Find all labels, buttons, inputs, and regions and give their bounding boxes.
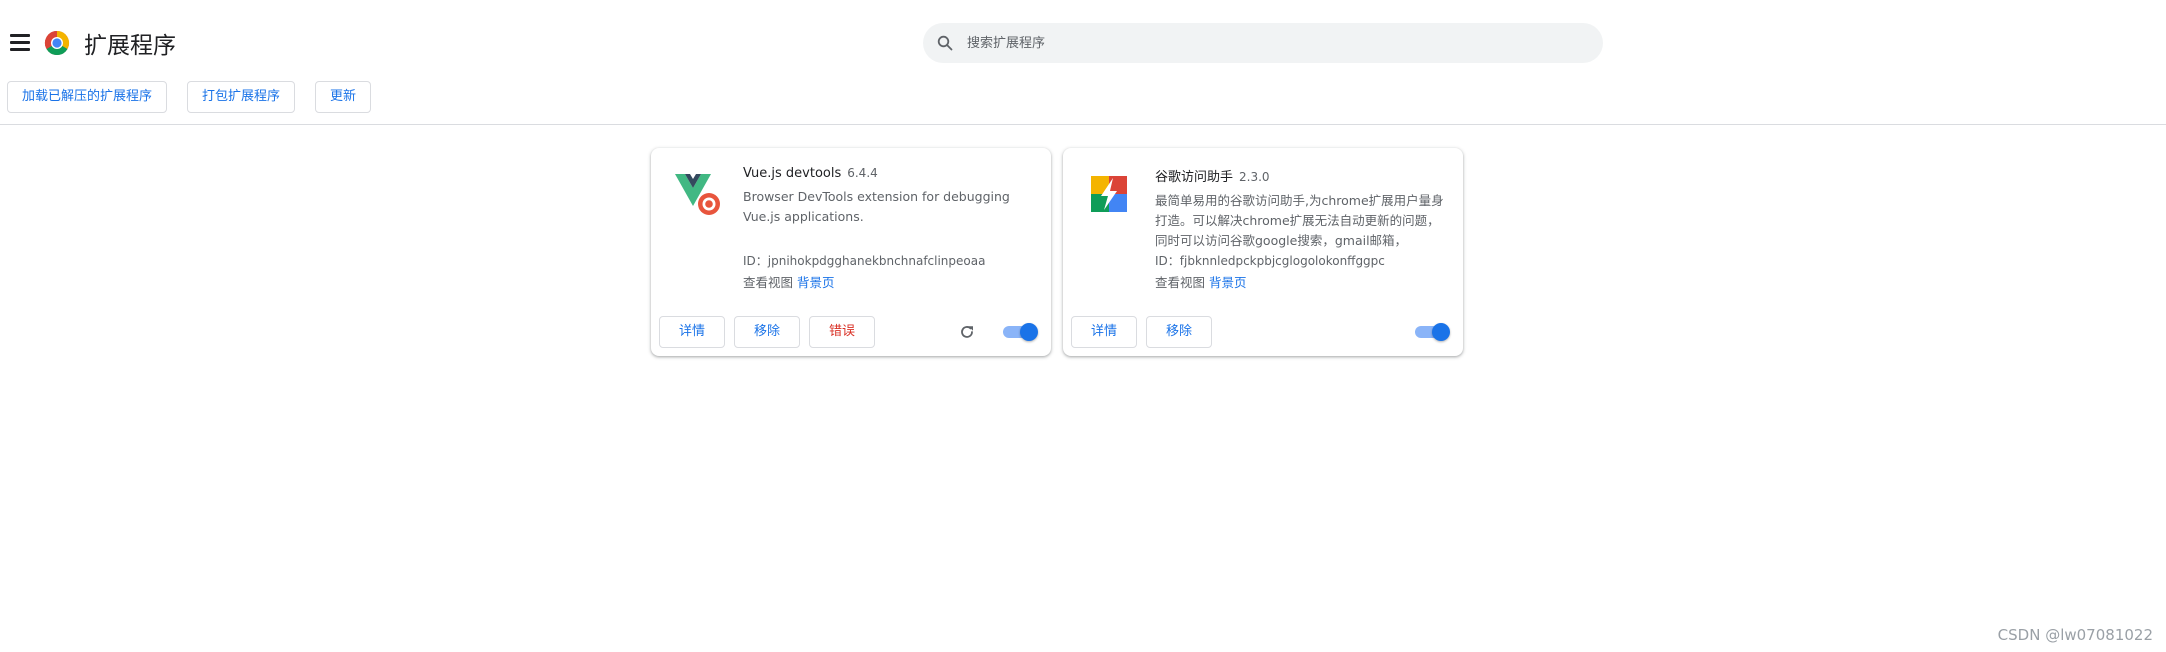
errors-button[interactable]: 错误 [809, 316, 875, 348]
enable-toggle[interactable] [1415, 323, 1450, 341]
header: 扩展程序 [0, 16, 2166, 72]
reload-icon[interactable] [959, 324, 975, 340]
extension-version: 2.3.0 [1239, 170, 1270, 184]
menu-icon[interactable] [10, 34, 30, 51]
extensions-page: 扩展程序 加载已解压的扩展程序 打包扩展程序 更新 Vue.js devtool… [0, 0, 2166, 652]
extension-info: Vue.js devtools 6.4.4 Browser DevTools ex… [743, 166, 1039, 247]
background-page-link[interactable]: 背景页 [797, 275, 835, 290]
details-button[interactable]: 详情 [1071, 316, 1137, 348]
toolbar-divider [0, 124, 2166, 125]
enable-toggle[interactable] [1003, 323, 1038, 341]
extension-description: 最简单易用的谷歌访问助手,为chrome扩展用户量身打造。可以解决chrome扩… [1155, 193, 1444, 248]
inspect-views-label: 查看视图 [743, 275, 794, 290]
card-actions: 详情 移除 [1071, 316, 1455, 348]
background-page-link[interactable]: 背景页 [1209, 275, 1247, 290]
page-title: 扩展程序 [84, 33, 176, 59]
load-unpacked-button[interactable]: 加载已解压的扩展程序 [7, 81, 168, 113]
inspect-views: 查看视图 背景页 [1155, 272, 1247, 291]
extension-id: ID：fjbknnledpckpbjcglogolokonffggpc [1155, 254, 1385, 268]
vue-devtools-icon [675, 174, 720, 215]
pack-extension-button[interactable]: 打包扩展程序 [187, 81, 296, 113]
search-icon [937, 35, 953, 51]
extension-name: Vue.js devtools [743, 166, 842, 181]
extension-description: Browser DevTools extension for debugging… [743, 189, 1010, 224]
inspect-views: 查看视图 背景页 [743, 272, 835, 291]
inspect-views-label: 查看视图 [1155, 275, 1206, 290]
google-access-helper-icon [1091, 176, 1127, 212]
watermark: CSDN @lw07081022 [1997, 626, 2153, 644]
remove-button[interactable]: 移除 [734, 316, 800, 348]
extension-id: ID：jpnihokpdgghanekbnchnafclinpeoaa [743, 254, 986, 268]
card-actions: 详情 移除 错误 [659, 316, 1043, 348]
update-button[interactable]: 更新 [315, 81, 372, 113]
extension-name: 谷歌访问助手 [1155, 170, 1234, 185]
extension-card-vue-devtools: Vue.js devtools 6.4.4 Browser DevTools ex… [651, 148, 1051, 356]
details-button[interactable]: 详情 [659, 316, 725, 348]
extension-card-google-access-helper: 谷歌访问助手 2.3.0 最简单易用的谷歌访问助手,为chrome扩展用户量身打造… [1063, 148, 1463, 356]
extension-version: 6.4.4 [847, 166, 878, 180]
extension-info: 谷歌访问助手 2.3.0 最简单易用的谷歌访问助手,为chrome扩展用户量身打造… [1155, 166, 1451, 251]
chrome-logo-icon [44, 30, 70, 56]
search-input[interactable] [967, 31, 1587, 55]
search-box[interactable] [923, 23, 1603, 63]
remove-button[interactable]: 移除 [1146, 316, 1212, 348]
